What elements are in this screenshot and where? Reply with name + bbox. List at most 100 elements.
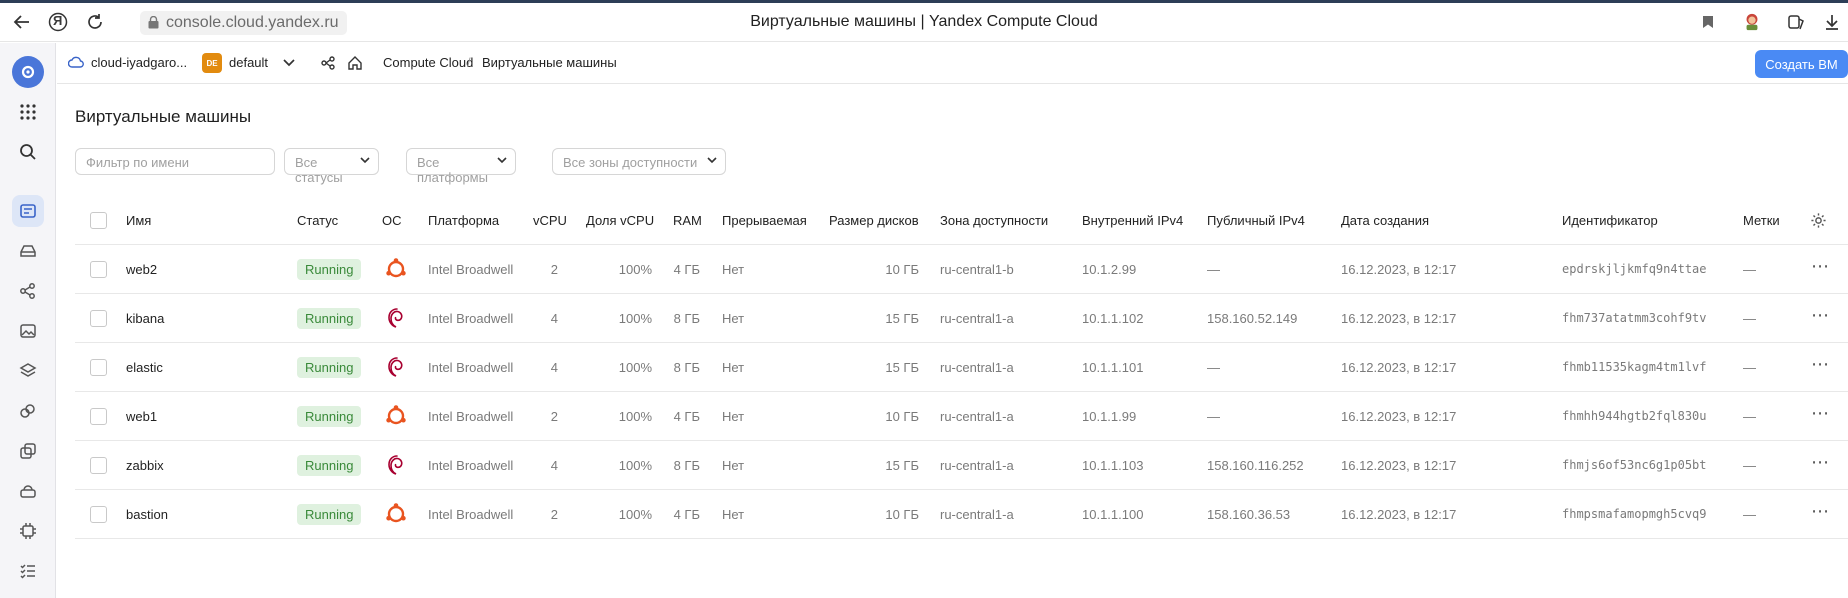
row-checkbox[interactable] (90, 457, 107, 474)
chip-icon[interactable] (12, 515, 44, 547)
bookmark-icon[interactable] (1698, 12, 1718, 32)
cloud-selector[interactable]: cloud-iyadgaro... (91, 55, 187, 70)
reload-icon[interactable] (85, 12, 105, 32)
cell-zone: ru-central1-a (940, 409, 1014, 424)
platform-select[interactable]: Все платформы (406, 148, 516, 185)
snapshot-icon[interactable] (12, 435, 44, 467)
cell-id: fhm737atatmm3cohf9tv (1562, 311, 1707, 325)
table-settings-gear-icon[interactable] (1810, 212, 1827, 229)
column-preemptible[interactable]: Прерываемая (722, 196, 807, 245)
ubuntu-icon (386, 258, 406, 278)
row-actions-menu-icon[interactable]: ⋯ (1811, 392, 1830, 441)
ubuntu-icon (386, 503, 406, 523)
cell-name[interactable]: bastion (126, 490, 168, 539)
create-vm-button[interactable]: Создать ВМ (1755, 50, 1848, 78)
layers-icon[interactable] (12, 355, 44, 387)
cell-preemptible: Нет (722, 507, 745, 522)
column-status[interactable]: Статус (297, 196, 338, 245)
profile-avatar-icon[interactable] (1742, 12, 1762, 32)
cell-public-ip: 158.160.116.252 (1207, 458, 1304, 473)
address-bar[interactable]: console.cloud.yandex.ru (140, 11, 347, 35)
column-disk[interactable]: Размер дисков (829, 196, 919, 245)
folder-badge: DE (202, 53, 222, 73)
image-icon[interactable] (12, 315, 44, 347)
apps-grid-icon[interactable] (12, 96, 44, 128)
cell-ram: 4 ГБ (673, 409, 700, 424)
row-actions-menu-icon[interactable]: ⋯ (1811, 294, 1830, 343)
cell-name[interactable]: web1 (126, 392, 157, 441)
cell-name[interactable]: zabbix (126, 441, 164, 490)
column-internal-ip[interactable]: Внутренний IPv4 (1082, 196, 1183, 245)
compute-icon[interactable] (12, 195, 44, 227)
column-os[interactable]: ОС (382, 196, 402, 245)
column-public-ip[interactable]: Публичный IPv4 (1207, 196, 1305, 245)
breadcrumb-service[interactable]: Compute Cloud (383, 55, 473, 70)
table-row[interactable]: elastic Running Intel Broadwell 4 100% 8 ГБ Не… (75, 343, 1848, 392)
table-row[interactable]: web2 Running Intel Broadwell 2 100% 4 ГБ Нет 10… (75, 245, 1848, 294)
cell-id: epdrskjljkmfq9n4ttae (1562, 262, 1707, 276)
column-platform[interactable]: Платформа (428, 196, 499, 245)
collections-icon[interactable] (1786, 12, 1806, 32)
cell-vcpu-share: 100% (618, 360, 652, 375)
cell-vcpu: 4 (550, 458, 558, 473)
logo-icon[interactable] (12, 56, 44, 88)
column-name[interactable]: Имя (126, 196, 151, 245)
cell-status: Running (297, 441, 362, 490)
select-all-checkbox[interactable] (90, 212, 107, 229)
cell-labels: — (1743, 507, 1756, 522)
service-graph-icon[interactable] (320, 55, 336, 71)
table-row[interactable]: bastion Running Intel Broadwell 2 100% 4 ГБ Не… (75, 490, 1848, 539)
name-filter-input[interactable]: Фильтр по имени (75, 148, 275, 175)
status-badge: Running (297, 357, 362, 378)
column-zone[interactable]: Зона доступности (940, 196, 1048, 245)
column-vcpu-share[interactable]: Доля vCPU (586, 196, 654, 245)
row-checkbox[interactable] (90, 408, 107, 425)
home-icon[interactable] (347, 55, 363, 71)
column-vcpu[interactable]: vCPU (533, 196, 567, 245)
column-ram[interactable]: RAM (673, 196, 702, 245)
yandex-browser-logo-icon[interactable]: Я (48, 12, 68, 32)
cloud-icon[interactable] (12, 475, 44, 507)
instance-groups-icon[interactable] (12, 395, 44, 427)
cell-vcpu: 2 (550, 262, 558, 277)
row-checkbox[interactable] (90, 359, 107, 376)
cell-name[interactable]: kibana (126, 294, 164, 343)
row-checkbox[interactable] (90, 261, 107, 278)
status-select[interactable]: Все статусы (284, 148, 379, 185)
table-row[interactable]: zabbix Running Intel Broadwell 4 100% 8 ГБ Нет… (75, 441, 1848, 490)
left-navigation (0, 43, 56, 598)
row-actions-menu-icon[interactable]: ⋯ (1811, 245, 1830, 294)
row-actions-menu-icon[interactable]: ⋯ (1811, 441, 1830, 490)
cell-vcpu: 2 (550, 409, 558, 424)
cell-zone: ru-central1-a (940, 311, 1014, 326)
cell-zone: ru-central1-b (940, 262, 1014, 277)
cell-status: Running (297, 392, 362, 441)
debian-icon (388, 357, 403, 377)
row-checkbox[interactable] (90, 506, 107, 523)
column-labels[interactable]: Метки (1743, 196, 1780, 245)
download-icon[interactable] (1822, 12, 1842, 32)
cell-internal-ip: 10.1.2.99 (1082, 262, 1137, 277)
folder-selector[interactable]: default (229, 55, 268, 70)
column-created[interactable]: Дата создания (1341, 196, 1429, 245)
cell-status: Running (297, 294, 362, 343)
table-row[interactable]: kibana Running Intel Broadwell 4 100% 8 ГБ Нет… (75, 294, 1848, 343)
disk-icon[interactable] (12, 235, 44, 267)
table-row[interactable]: web1 Running Intel Broadwell 2 100% 4 ГБ Нет 10… (75, 392, 1848, 441)
cell-labels: — (1743, 458, 1756, 473)
list-icon[interactable] (12, 555, 44, 587)
network-icon[interactable] (12, 275, 44, 307)
status-badge: Running (297, 504, 362, 525)
cell-disk: 10 ГБ (885, 507, 919, 522)
search-icon[interactable] (12, 136, 44, 168)
cell-name[interactable]: elastic (126, 343, 163, 392)
column-id[interactable]: Идентификатор (1562, 196, 1658, 245)
row-actions-menu-icon[interactable]: ⋯ (1811, 490, 1830, 539)
zone-select[interactable]: Все зоны доступности (552, 148, 726, 175)
chevron-down-icon[interactable] (283, 59, 295, 67)
row-checkbox[interactable] (90, 310, 107, 327)
cell-preemptible: Нет (722, 360, 745, 375)
row-actions-menu-icon[interactable]: ⋯ (1811, 343, 1830, 392)
cell-name[interactable]: web2 (126, 245, 157, 294)
back-icon[interactable] (12, 12, 32, 32)
